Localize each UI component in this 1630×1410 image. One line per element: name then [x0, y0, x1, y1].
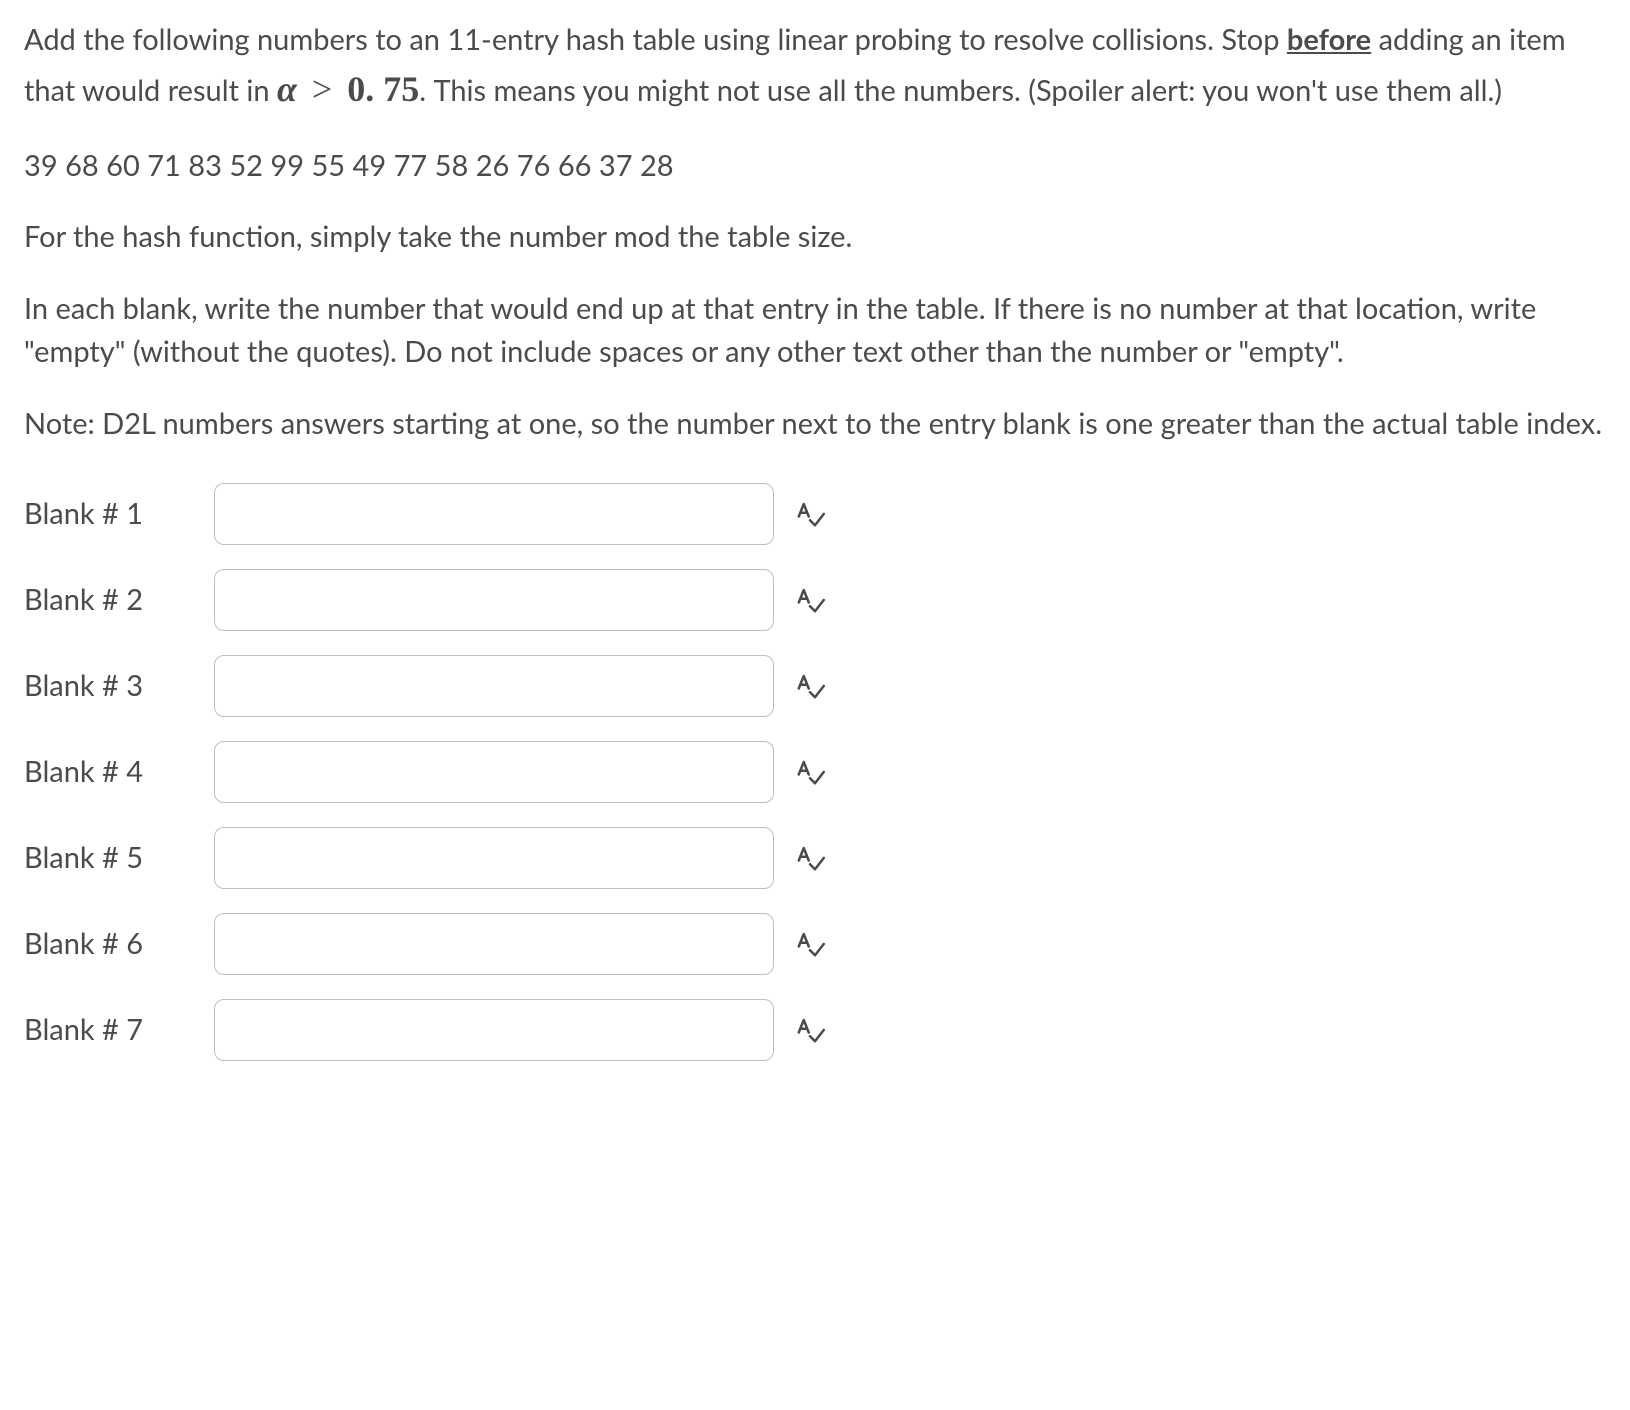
question-paragraph-3: For the hash function, simply take the n…	[24, 215, 1606, 259]
blank-label: Blank # 6	[24, 922, 214, 966]
blank-label: Blank # 5	[24, 836, 214, 880]
question-paragraph-5: Note: D2L numbers answers starting at on…	[24, 402, 1606, 446]
blank-input-2[interactable]	[214, 569, 774, 631]
greater-than-symbol: >	[306, 69, 338, 109]
blank-row: Blank # 1	[24, 483, 1606, 545]
question-paragraph-1: Add the following numbers to an 11-entry…	[24, 18, 1606, 116]
spellcheck-icon[interactable]	[792, 840, 828, 876]
blank-input-5[interactable]	[214, 827, 774, 889]
blanks-container: Blank # 1 Blank # 2 Blank # 3	[24, 483, 1606, 1061]
spellcheck-icon[interactable]	[792, 754, 828, 790]
blank-input-6[interactable]	[214, 913, 774, 975]
question-text: Add the following numbers to an 11-entry…	[24, 18, 1606, 445]
spellcheck-icon[interactable]	[792, 668, 828, 704]
blank-input-3[interactable]	[214, 655, 774, 717]
blank-input-4[interactable]	[214, 741, 774, 803]
blank-input-7[interactable]	[214, 999, 774, 1061]
spellcheck-icon[interactable]	[792, 582, 828, 618]
blank-input-1[interactable]	[214, 483, 774, 545]
blank-row: Blank # 3	[24, 655, 1606, 717]
blank-label: Blank # 1	[24, 492, 214, 536]
blank-row: Blank # 2	[24, 569, 1606, 631]
blank-row: Blank # 4	[24, 741, 1606, 803]
question-text-span: . This means you might not use all the n…	[419, 73, 1502, 108]
blank-label: Blank # 4	[24, 750, 214, 794]
formula-value: 0. 75	[347, 69, 419, 109]
spellcheck-icon[interactable]	[792, 1012, 828, 1048]
question-paragraph-4: In each blank, write the number that wou…	[24, 287, 1606, 374]
question-paragraph-2: 39 68 60 71 83 52 99 55 49 77 58 26 76 6…	[24, 144, 1606, 188]
blank-row: Blank # 7	[24, 999, 1606, 1061]
blank-label: Blank # 2	[24, 578, 214, 622]
blank-row: Blank # 6	[24, 913, 1606, 975]
spellcheck-icon[interactable]	[792, 496, 828, 532]
question-text-span: Add the following numbers to an 11-entry…	[24, 22, 1287, 57]
alpha-symbol: α	[277, 69, 297, 109]
spellcheck-icon[interactable]	[792, 926, 828, 962]
formula-expression: α > 0. 75	[277, 69, 419, 109]
before-word: before	[1287, 22, 1371, 57]
blank-row: Blank # 5	[24, 827, 1606, 889]
blank-label: Blank # 7	[24, 1008, 214, 1052]
blank-label: Blank # 3	[24, 664, 214, 708]
